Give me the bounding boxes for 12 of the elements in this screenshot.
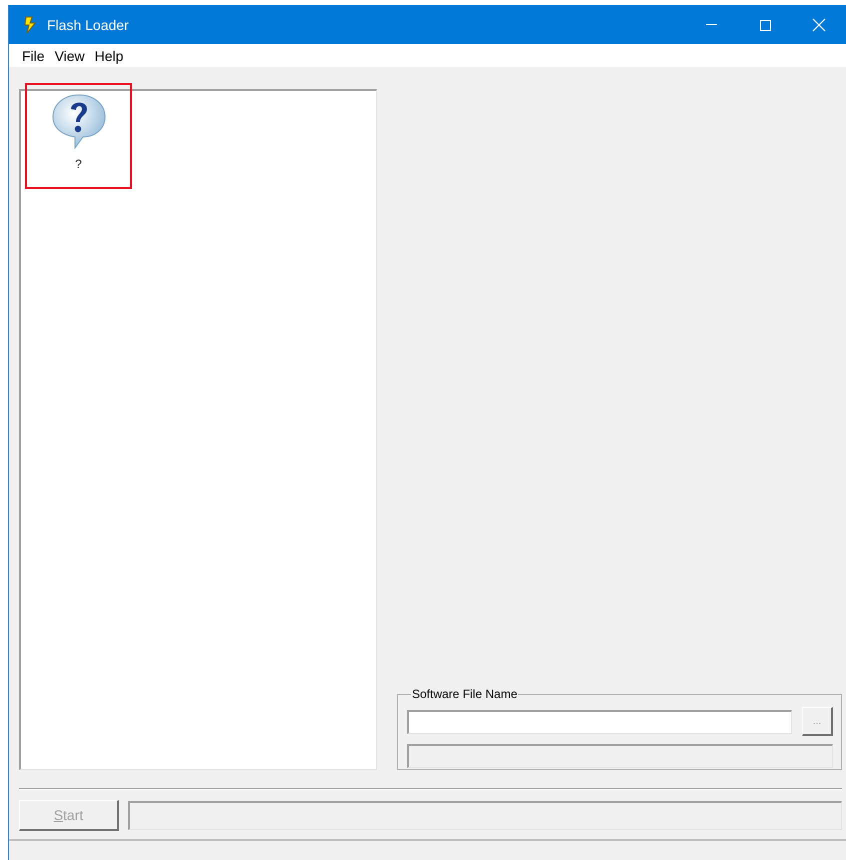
device-label: ? [75,157,82,171]
maximize-icon [759,18,771,30]
file-name-field[interactable] [407,710,792,734]
device-item[interactable]: ? [25,83,132,189]
minimize-icon [706,24,716,25]
close-icon [812,18,826,32]
menu-item[interactable]: Help [90,48,128,64]
menu-item[interactable]: View [50,48,90,64]
window-title: Flash Loader [47,16,129,32]
group-legend: Software File Name [411,687,518,701]
lightning-icon [23,16,39,34]
menu-item[interactable]: File [17,48,50,64]
